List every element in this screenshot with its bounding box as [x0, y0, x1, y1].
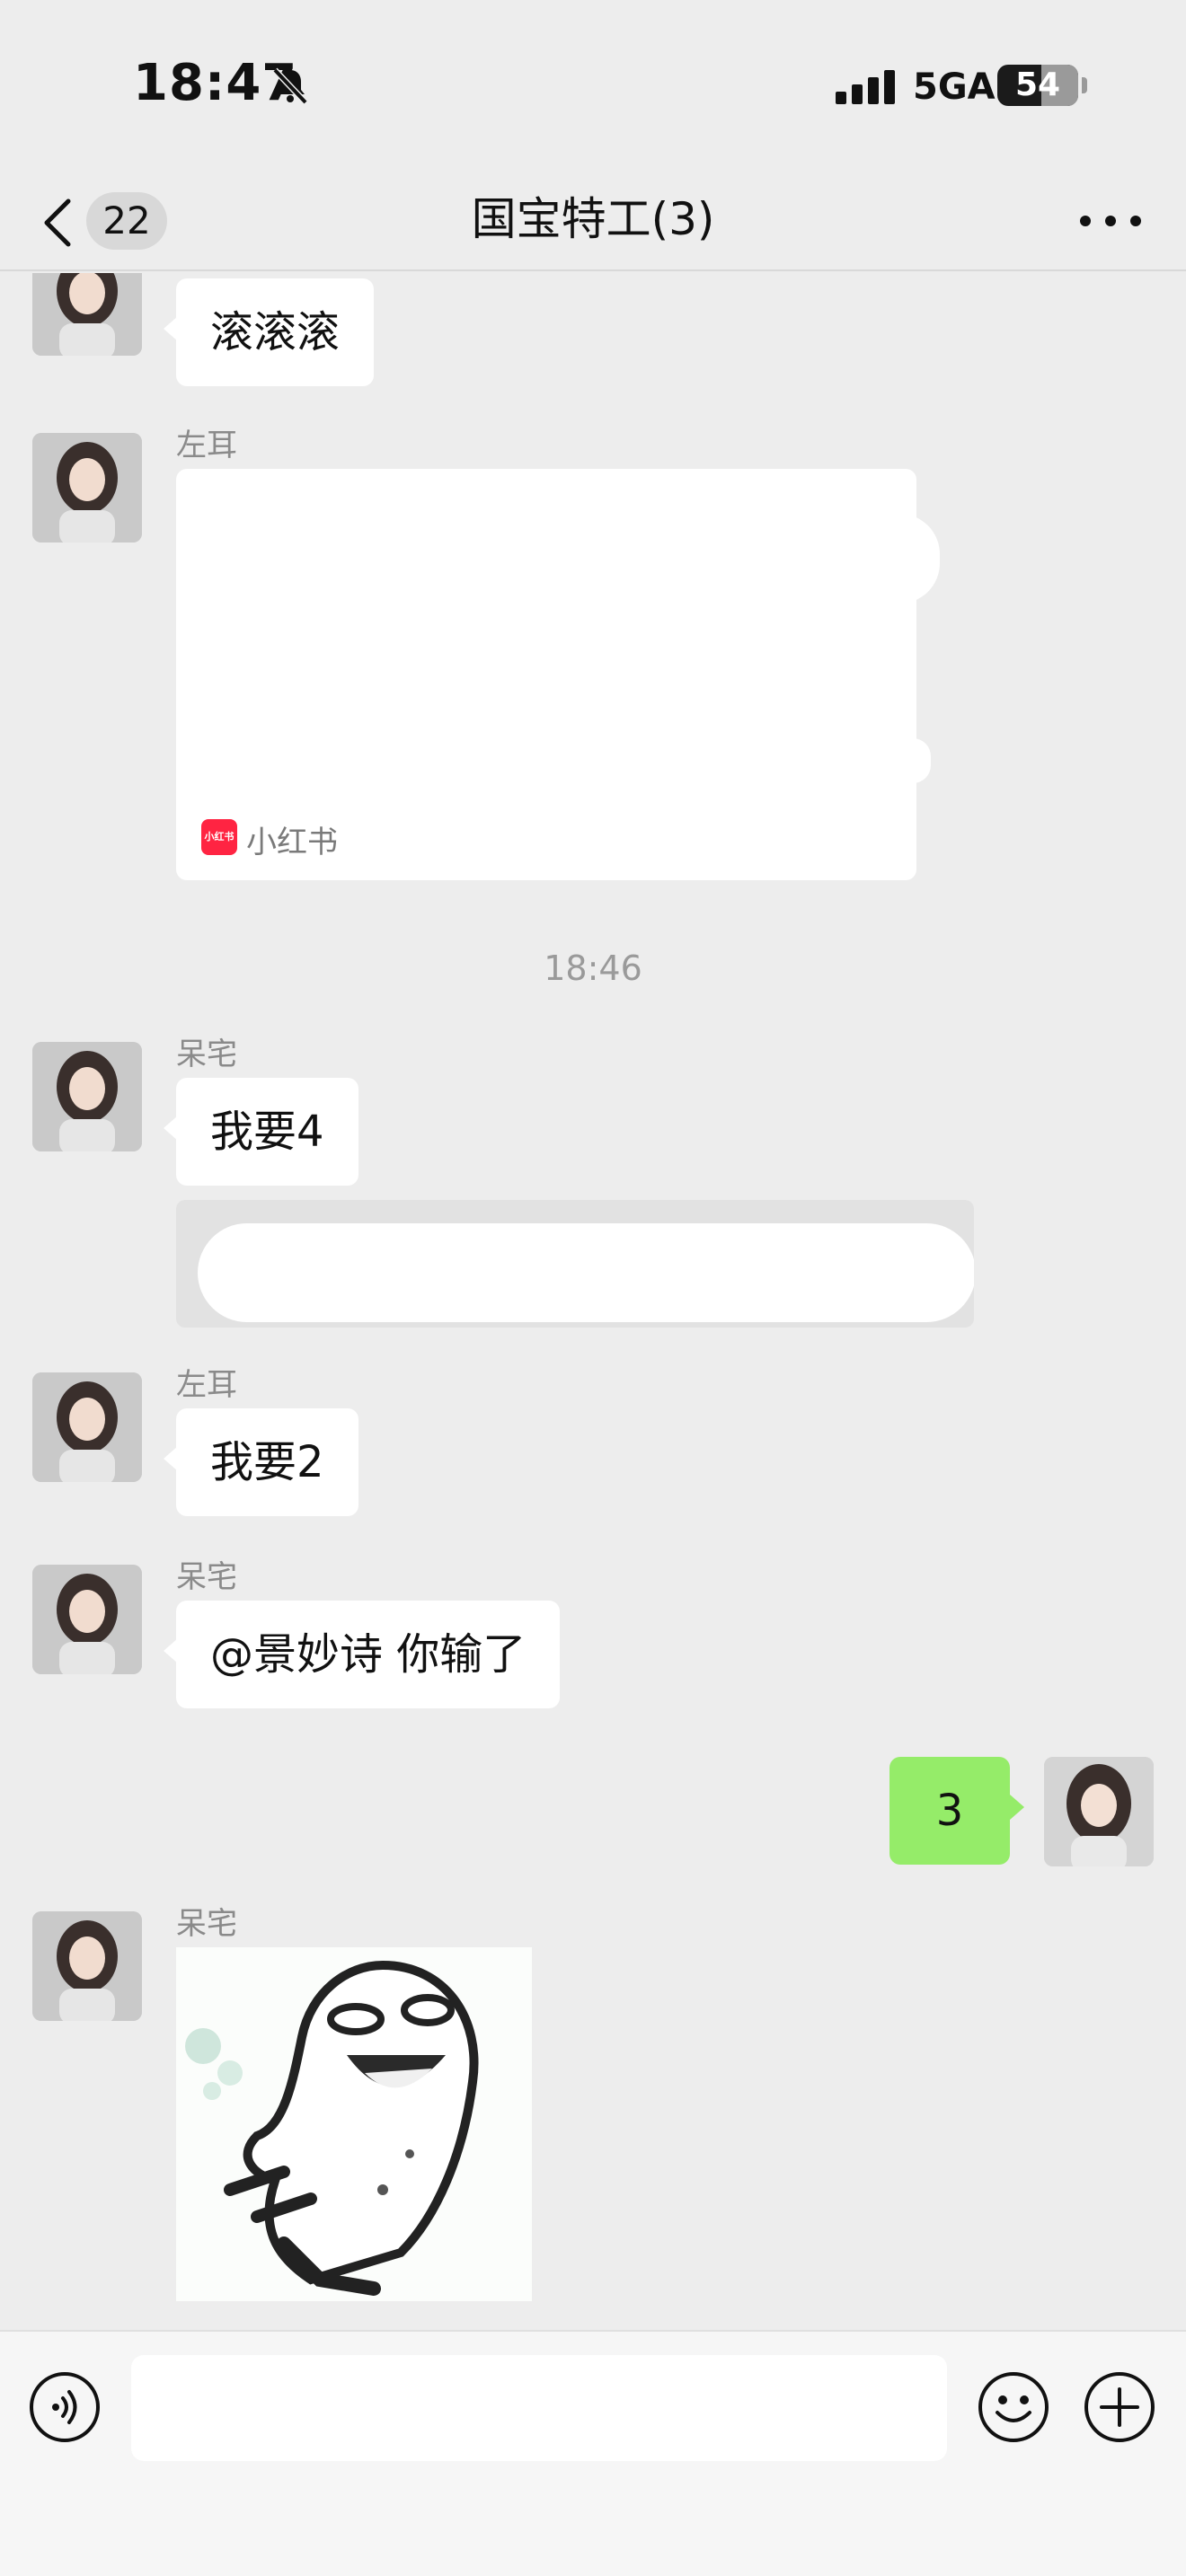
bell-mute-icon	[272, 67, 308, 105]
message-input[interactable]	[131, 2355, 947, 2461]
more-button[interactable]	[1075, 194, 1146, 248]
unread-badge: 22	[86, 192, 167, 250]
card-source-label: 小红书	[246, 825, 338, 860]
more-dots-icon	[1130, 216, 1141, 226]
battery-tip	[1082, 77, 1087, 93]
more-dots-icon	[1105, 216, 1116, 226]
emoji-icon[interactable]	[976, 2369, 1051, 2445]
sender-name: 呆宅	[176, 1037, 237, 1072]
bubble-tail	[164, 1446, 178, 1471]
redaction-blob	[859, 514, 940, 604]
battery-icon: 54	[997, 65, 1078, 106]
avatar[interactable]	[32, 1042, 142, 1151]
avatar[interactable]	[32, 273, 142, 356]
more-dots-icon	[1080, 216, 1091, 226]
status-bar: 18:47 5GA 54	[0, 0, 1186, 171]
my-message-bubble[interactable]: 3	[890, 1757, 1010, 1865]
chevron-left-icon	[44, 198, 71, 247]
chat-area[interactable]: 滚滚滚 左耳 小红书 小红书 18:46 呆宅 我要4 左耳 我要2 呆宅 @景…	[0, 273, 1186, 2330]
avatar[interactable]	[32, 433, 142, 543]
xiaohongshu-icon: 小红书	[201, 819, 237, 855]
shared-note-card[interactable]: 小红书 小红书	[176, 469, 940, 880]
message-bubble[interactable]: @景妙诗 你输了	[176, 1601, 561, 1708]
battery-label: 54	[1014, 66, 1061, 103]
timestamp: 18:46	[544, 948, 642, 988]
sender-name: 左耳	[176, 1367, 237, 1403]
voice-icon[interactable]	[27, 2369, 102, 2445]
bubble-tail	[164, 1116, 178, 1141]
sender-name: 呆宅	[176, 1559, 237, 1595]
nav-bar: 国宝特工(3) 22	[0, 171, 1186, 271]
signal-icon	[836, 70, 895, 104]
message-bubble[interactable]: 我要4	[176, 1078, 358, 1186]
message-bubble[interactable]: 我要2	[176, 1408, 358, 1516]
bubble-tail	[164, 316, 178, 341]
sender-name: 呆宅	[176, 1906, 237, 1942]
avatar[interactable]	[32, 1372, 142, 1482]
bubble-tail	[1010, 1795, 1024, 1820]
redaction-blob	[198, 1223, 974, 1322]
input-bar	[0, 2330, 1186, 2576]
network-label: 5GA	[913, 66, 996, 108]
sender-name: 左耳	[176, 428, 237, 463]
bubble-tail	[164, 1638, 178, 1663]
laughing-blob-sticker[interactable]	[176, 1947, 532, 2301]
avatar[interactable]	[32, 1565, 142, 1674]
message-bubble[interactable]: 滚滚滚	[176, 278, 375, 386]
avatar[interactable]	[32, 1911, 142, 2021]
plus-icon[interactable]	[1082, 2369, 1157, 2445]
quoted-message[interactable]	[176, 1200, 974, 1328]
back-button[interactable]: 22	[36, 183, 180, 259]
redaction-blob	[895, 738, 931, 783]
my-avatar[interactable]	[1044, 1757, 1154, 1866]
